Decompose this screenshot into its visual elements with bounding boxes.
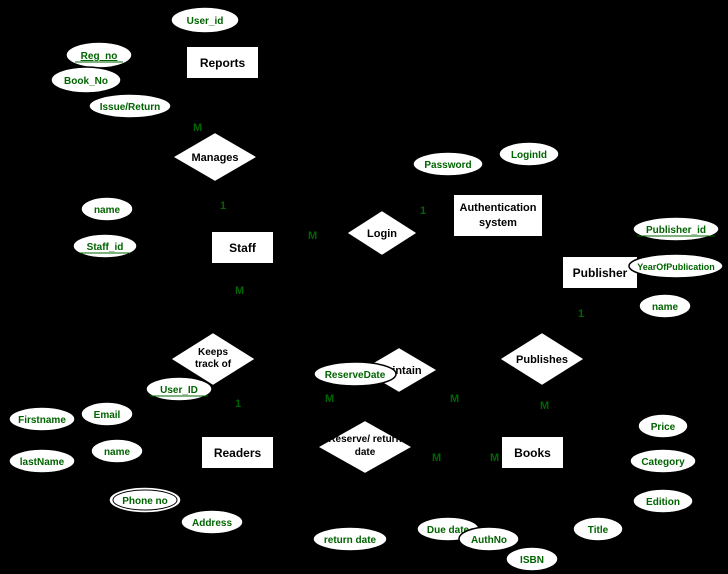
entity-books-label: Books [514,446,551,460]
relationship-manages-svg: Manages [170,130,260,185]
entity-reports: Reports [185,45,260,80]
entity-publisher-label: Publisher [573,266,628,280]
cardinality-maintain-left: M [325,393,334,405]
entity-auth-system: Authenticationsystem [452,193,544,238]
svg-text:Issue/Return: Issue/Return [100,102,161,113]
attr-title-svg: Title [572,515,624,543]
svg-text:Title: Title [588,525,609,536]
attr-address-svg: Address [180,508,245,536]
entity-readers-label: Readers [214,446,261,460]
svg-text:ISBN: ISBN [520,555,544,566]
svg-text:Reserve/ return: Reserve/ return [328,434,401,445]
relationship-reserve-return-svg: Reserve/ return date [315,418,415,476]
cardinality-manages-bottom: 1 [220,200,226,212]
svg-text:Keeps: Keeps [198,347,228,358]
cardinality-publishes-pub: 1 [578,308,584,320]
svg-text:Category: Category [641,457,685,468]
cardinality-keeps-bottom: 1 [235,398,241,410]
attr-staff-id-svg: Staff_id [72,232,138,260]
entity-books: Books [500,435,565,470]
attr-lastname-svg: lastName [8,447,76,475]
attr-category-svg: Category [629,447,697,475]
relationship-login-svg: Login [345,208,420,258]
svg-text:ReserveDate: ReserveDate [325,370,386,381]
cardinality-publishes-books: M [540,400,549,412]
attr-name-reader-svg: name [90,437,145,465]
svg-text:name: name [652,302,679,313]
svg-text:Phone no: Phone no [122,496,168,507]
cardinality-manages-top: M [193,122,202,134]
attr-password-svg: Password [412,150,484,178]
svg-text:Reg_no: Reg_no [81,51,118,62]
entity-readers: Readers [200,435,275,470]
svg-text:Email: Email [94,410,121,421]
svg-text:name: name [94,205,121,216]
svg-text:Staff_id: Staff_id [87,242,124,253]
entity-reports-label: Reports [200,56,245,70]
svg-text:Password: Password [424,160,471,171]
svg-text:track of: track of [195,359,232,370]
relationship-publishes-svg: Publishes [497,330,587,388]
attr-firstname-svg: Firstname [8,405,76,433]
attr-reserve-date-svg: ReserveDate [313,360,398,388]
svg-text:User_ID: User_ID [160,385,198,396]
attr-name-staff-svg: name [80,195,135,223]
svg-text:Login: Login [367,228,397,240]
attr-price-svg: Price [637,412,689,440]
entity-staff-label: Staff [229,241,256,255]
svg-text:LoginId: LoginId [511,150,547,161]
svg-text:Publisher_id: Publisher_id [646,225,706,236]
attr-user-id-svg: User_id [170,5,240,35]
svg-text:Manages: Manages [191,152,238,164]
attr-publisher-id-svg: Publisher_id [632,215,720,243]
cardinality-reserve-left: M [432,452,441,464]
entity-auth-label: Authenticationsystem [460,201,537,230]
attr-loginid-svg: LoginId [498,140,560,168]
svg-text:Address: Address [192,518,232,529]
svg-text:YearOfPublication: YearOfPublication [637,262,715,272]
cardinality-login-left: M [308,230,317,242]
svg-text:AuthNo: AuthNo [471,535,507,546]
attr-email-svg: Email [80,400,134,428]
cardinality-keeps-top: M [235,285,244,297]
svg-text:User_id: User_id [187,16,224,27]
cardinality-login-right: 1 [420,205,426,217]
cardinality-maintain-right: M [450,393,459,405]
attr-book-no-svg: Book_No [50,65,122,95]
attr-phone-no-svg: Phone no [108,485,183,515]
svg-text:name: name [104,447,131,458]
cardinality-reserve-right: M [490,452,499,464]
attr-return-date-svg: return date [312,525,388,553]
svg-text:lastName: lastName [20,457,65,468]
svg-text:return date: return date [324,535,377,546]
er-diagram: Reports Staff Readers Books Publisher Au… [0,0,728,574]
attr-edition-svg: Edition [632,487,694,515]
attr-issue-return-svg: Issue/Return [88,92,173,120]
svg-text:date: date [355,447,376,458]
svg-text:Price: Price [651,422,676,433]
attr-year-pub-svg: YearOfPublication [628,252,724,280]
svg-text:Book_No: Book_No [64,76,108,87]
svg-text:Firstname: Firstname [18,415,66,426]
attr-name-pub-svg: name [638,292,693,320]
attr-user-id2-svg: User_ID [145,375,213,403]
svg-text:Edition: Edition [646,497,680,508]
attr-isbn-svg: ISBN [505,545,560,573]
entity-staff: Staff [210,230,275,265]
svg-text:Publishes: Publishes [516,354,568,366]
